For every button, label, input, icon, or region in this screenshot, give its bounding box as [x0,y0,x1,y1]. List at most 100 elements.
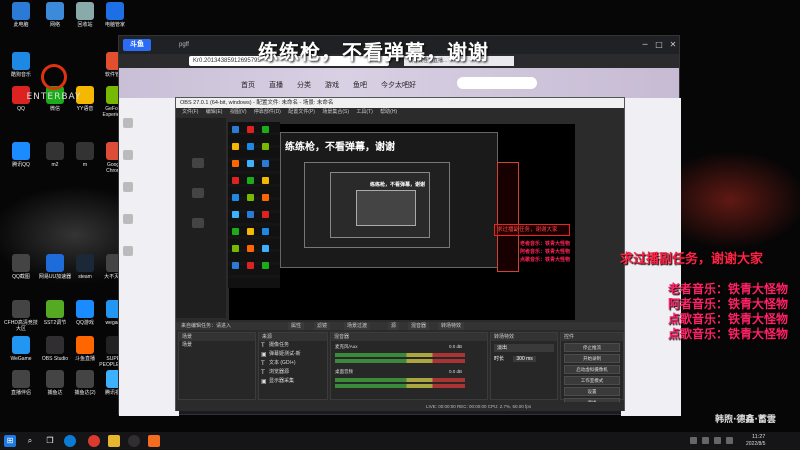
chrome-icon[interactable] [88,435,100,447]
site-nav-games[interactable]: 游戏 [325,80,339,90]
desktop-icon[interactable]: 斗鱼直播 [68,336,102,362]
menu-tools[interactable]: 工具(T) [356,108,372,117]
desktop-icon[interactable]: steam [68,254,102,280]
tray-volume-icon[interactable] [702,437,709,444]
scene-item[interactable]: 场景 [179,341,255,350]
rail-category-icon[interactable] [123,182,133,192]
start-recording-button[interactable]: 开始录制 [564,354,620,363]
desktop-icon[interactable]: 回收站 [68,2,102,28]
source-row[interactable]: T 摄像任务 [259,341,327,350]
strip-icon-3[interactable] [192,218,204,228]
tab-transitions[interactable]: 转场特效 [438,322,465,330]
desktop-icon[interactable]: m2 [38,142,72,168]
close-icon[interactable]: ✕ [667,39,679,51]
desktop-icon[interactable]: CFHD高清竞技大区 [4,300,38,332]
menu-view[interactable]: 视图(V) [230,108,247,117]
stop-streaming-button[interactable]: 停止推流 [564,343,620,352]
file-explorer-icon[interactable] [108,435,120,447]
rail-video-icon[interactable] [123,214,133,224]
clock-time[interactable]: 11:27 [752,433,765,441]
source-row[interactable]: ▣ 弹幕姬测试-新 [259,350,327,359]
desktop-icon[interactable]: SST2调节 [38,300,72,326]
scenes-header: 场景 [179,333,255,341]
tray-network-icon[interactable] [690,437,697,444]
volume-slider[interactable] [335,384,465,388]
mixer-channel-db: 0.0 dB [449,344,463,349]
douyu-logo[interactable]: 斗鱼 [123,39,151,51]
site-nav-yuba[interactable]: 鱼吧 [353,80,367,90]
desktop-icon[interactable]: 电脑管家 [98,2,132,28]
obs-icon[interactable] [128,435,140,447]
nested-music-line: 老者音乐：铁青大怪物 [520,241,571,247]
transition-select[interactable]: 淡出 [494,344,554,352]
desktop-icon[interactable]: OBS Studio [38,336,72,362]
rail-follow-icon[interactable] [123,150,133,160]
strip-icon-1[interactable] [192,158,204,168]
tray-ime-icon[interactable] [726,437,733,444]
tab-filters[interactable]: 滤镜 [314,322,331,330]
desktop-icon[interactable]: 此电脑 [4,2,38,28]
task-view-icon[interactable]: ❐ [44,435,56,447]
settings-button[interactable]: 设置 [564,387,620,396]
desktop-icon[interactable]: 网络 [38,2,72,28]
site-nav-home[interactable]: 首页 [241,80,255,90]
fishing-icon [46,370,64,388]
source-name: 摄像任务 [269,342,290,348]
volume-slider[interactable] [335,359,465,363]
menu-scene-collection[interactable]: 场景集合(S) [322,108,349,117]
site-nav-category[interactable]: 分类 [297,80,311,90]
menu-help[interactable]: 帮助(H) [380,108,397,117]
nested-sidebar-strip [497,162,519,272]
desktop-icon[interactable]: 网易UU加速器 [38,254,72,280]
desktop-icon[interactable]: 捕鱼达(2) [68,370,102,396]
tab-scene-transition[interactable]: 场景过渡 [344,322,371,330]
stream-overlay-music-line: 点歌音乐：铁青大怪物 [668,327,789,341]
menu-file[interactable]: 文件(F) [182,108,198,117]
site-nav-live[interactable]: 直播 [269,80,283,90]
edge-icon[interactable] [64,435,76,447]
controls-header: 控件 [561,333,623,341]
obs-menubar: 文件(F) 编辑(E) 视图(V) 停靠部件(D) 配置文件(P) 场景集合(S… [176,108,624,117]
menu-profile[interactable]: 配置文件(P) [288,108,315,117]
tab-mixer[interactable]: 混音器 [408,322,430,330]
maximize-icon[interactable]: □ [653,39,665,51]
menu-edit[interactable]: 编辑(E) [206,108,223,117]
nested-desktop-icon [262,262,269,269]
source-row[interactable]: ▣ 显示器采集 [259,377,327,386]
minimize-icon[interactable]: ─ [639,39,651,51]
rail-home-icon[interactable] [123,118,133,128]
desktop-icon[interactable]: QQ截图 [4,254,38,280]
nested-desktop-icon [247,177,254,184]
desktop-icon[interactable]: 腾讯QQ [4,142,38,168]
desktop-icon[interactable]: m [68,142,102,168]
douyu-icon[interactable] [148,435,160,447]
tab-properties[interactable]: 属性 [288,322,305,330]
search-icon[interactable]: ⌕ [24,435,36,447]
strip-icon-2[interactable] [192,188,204,198]
studio-mode-button[interactable]: 工作室模式 [564,376,620,385]
virtual-camera-button[interactable]: 启动虚拟摄像机 [564,365,620,374]
rail-more-icon[interactable] [123,246,133,256]
site-left-rail [119,98,179,416]
tray-input-icon[interactable] [714,437,721,444]
steam-icon [76,254,94,272]
obs-left-strip [176,118,226,318]
transitions-header: 转场特效 [491,333,557,341]
desktop-icon[interactable]: QQ游戏 [68,300,102,326]
windows-start-icon[interactable]: ⊞ [4,435,16,447]
desktop-icon[interactable]: WeGame [4,336,38,362]
live-companion-icon [12,370,30,388]
desktop-icon[interactable]: 直播伴侣 [4,370,38,396]
transition-duration-input[interactable]: 300 ms [513,356,536,362]
source-row[interactable]: T 文本 (GDI+) [259,359,327,368]
desktop-icon-label: m2 [51,162,59,168]
site-search-input[interactable] [457,77,537,89]
source-row[interactable]: T 浏览器源 [259,368,327,377]
desktop-icon[interactable]: 捕鱼达 [38,370,72,396]
site-nav-extra[interactable]: 今夕太吧好 [381,80,416,90]
menu-docks[interactable]: 停靠部件(D) [254,108,281,117]
clock-date[interactable]: 2022/8/5 [746,441,765,447]
enterbay-logo-text: ENTERBAY [26,92,82,102]
tab-sources[interactable]: 源 [388,322,400,330]
desktop-icon-label: 微信 [49,106,60,112]
